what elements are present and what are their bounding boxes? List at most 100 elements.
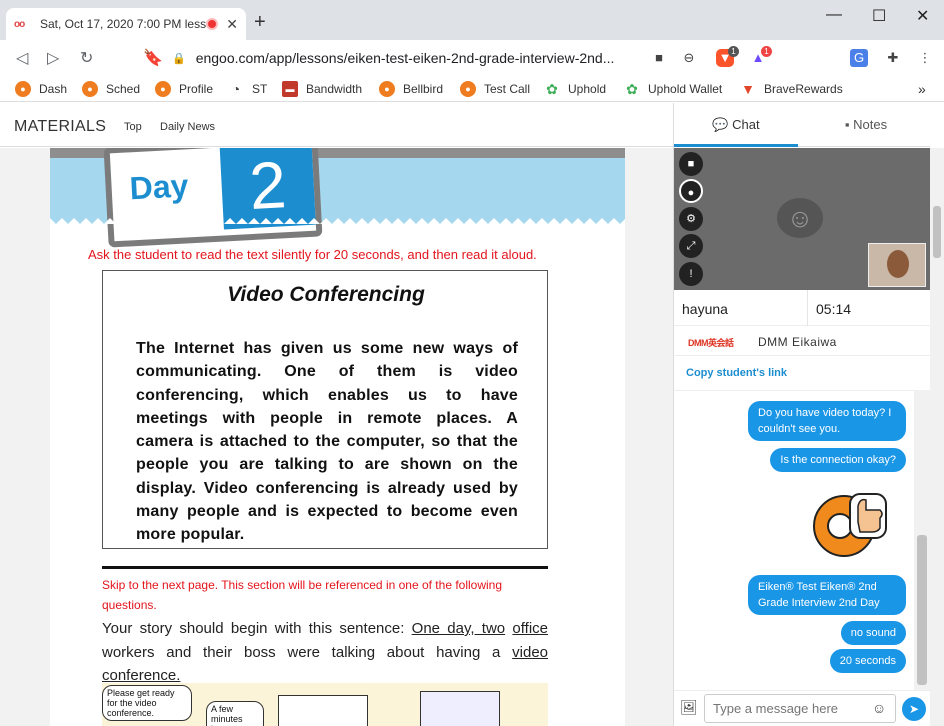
microphone-icon[interactable]: ● [679, 179, 703, 203]
expand-icon[interactable]: ⤢ [679, 234, 703, 258]
day-card: Day 2 [103, 148, 323, 248]
chat-message: no sound [840, 621, 906, 645]
fox-icon: ● [82, 81, 98, 97]
menu-icon[interactable]: ⋮ [916, 49, 934, 67]
day-banner: Day 2 [50, 148, 625, 248]
comic-chart-screen [420, 691, 500, 726]
brave-icon: ▼ [741, 81, 755, 97]
provider-name: DMM Eikaiwa [758, 335, 837, 349]
rewards-badge: 1 [761, 46, 772, 57]
zigzag-border [50, 218, 625, 224]
close-tab-icon[interactable]: ✕ [226, 16, 238, 33]
student-name: hayuna [682, 301, 728, 317]
thumbs-up-sticker-icon [813, 493, 887, 557]
chat-messages[interactable]: Do you have video today? I couldn't see … [674, 390, 914, 690]
lesson-viewer[interactable]: Day 2 Ask the student to read the text s… [0, 148, 673, 726]
chat-icon: 💬 [712, 117, 729, 132]
maximize-icon[interactable]: ☐ [872, 6, 886, 26]
page-scrollbar[interactable] [930, 148, 944, 726]
shield-badge: 1 [728, 46, 739, 57]
story-prompt: Your story should begin with this senten… [102, 620, 548, 684]
settings-icon[interactable]: ⚙ [679, 207, 703, 231]
link-daily-news[interactable]: Daily News [160, 121, 215, 133]
video-toggle-icon[interactable]: ■ [679, 152, 703, 176]
reading-instruction: Ask the student to read the text silentl… [88, 247, 537, 262]
side-tabs: 💬 Chat ▪ Notes [674, 103, 930, 147]
reload-icon[interactable]: ↻ [80, 48, 93, 68]
favicon: oo [14, 18, 25, 30]
url-text: engoo.com/app/lessons/eiken-test-eiken-2… [195, 50, 615, 66]
passage-body: The Internet has given us some new ways … [136, 340, 518, 544]
comic-bubble-2: A few minutes later [206, 701, 264, 726]
bookmark-braverewards[interactable]: ▼ BraveRewards [740, 81, 843, 97]
recording-icon [206, 18, 219, 30]
report-icon[interactable]: ! [679, 262, 703, 286]
forward-icon[interactable]: ▷ [47, 48, 59, 68]
comic-strip: Please get ready for the video conferenc… [102, 683, 548, 726]
more-bookmarks-icon[interactable]: » [918, 81, 926, 97]
tab-title: Sat, Oct 17, 2020 7:00 PM lesso [40, 17, 207, 31]
lesson-timer: 05:14 [816, 301, 852, 317]
chat-message: 20 seconds [829, 649, 906, 673]
minimize-icon[interactable]: — [826, 6, 842, 24]
uphold-icon: ✿ [546, 81, 558, 97]
chat-scrollbar[interactable] [914, 390, 930, 690]
fox-icon: ● [15, 81, 31, 97]
attach-image-icon[interactable]: 🖼 [680, 699, 698, 716]
day-label: Day [128, 167, 190, 207]
tab-chat[interactable]: 💬 Chat [674, 103, 798, 147]
zoom-icon[interactable]: ⊖ [680, 49, 698, 67]
bookmark-profile[interactable]: ● Profile [155, 81, 213, 97]
bookmark-dash[interactable]: ● Dash [15, 81, 67, 97]
camera-icon[interactable]: ■ [650, 49, 668, 67]
bookmarks-bar: ● Dash ● Sched ● Profile ◔ ST ▬ Bandwidth ● Be… [0, 76, 944, 102]
fox-icon: ● [155, 81, 171, 97]
browser-tab[interactable]: oo Sat, Oct 17, 2020 7:00 PM lesso ✕ [6, 8, 246, 40]
bookmark-sched[interactable]: ● Sched [82, 81, 140, 97]
extensions-icon[interactable]: ✚ [884, 49, 902, 67]
chat-message-input[interactable] [704, 694, 896, 723]
bookmark-st[interactable]: ◔ ST [228, 81, 268, 97]
video-call-panel: ■ ● ⚙ ⤢ ! ☺ [674, 148, 930, 290]
lesson-page: Day 2 Ask the student to read the text s… [50, 148, 625, 726]
browser-tab-strip: oo Sat, Oct 17, 2020 7:00 PM lesso ✕ + —… [0, 0, 944, 40]
tab-notes[interactable]: ▪ Notes [802, 103, 930, 147]
address-toolbar: ◁ ▷ ↻ 🔖 🔒 engoo.com/app/lessons/eiken-te… [0, 40, 944, 76]
copy-student-link[interactable]: Copy student's link [686, 367, 787, 379]
chat-input-row: 🖼 ☺ ➤ [674, 690, 930, 726]
self-camera-preview [868, 243, 926, 287]
fox-icon: ● [460, 81, 476, 97]
speedometer-icon: ◔ [231, 81, 241, 97]
passage-title: Video Conferencing [227, 283, 425, 306]
address-bar[interactable]: 🔒 engoo.com/app/lessons/eiken-test-eiken… [172, 45, 706, 71]
passage-box: Video Conferencing The Internet has give… [102, 270, 548, 549]
comic-monitor [278, 695, 368, 726]
bandwidth-icon: ▬ [282, 81, 298, 97]
comic-bubble-1: Please get ready for the video conferenc… [102, 685, 192, 721]
student-info-bar: hayuna 05:14 [674, 290, 930, 326]
close-window-icon[interactable]: ✕ [916, 6, 929, 26]
bookmark-test-call[interactable]: ● Test Call [460, 81, 530, 97]
back-icon[interactable]: ◁ [16, 48, 28, 68]
notes-icon: ▪ [844, 117, 850, 132]
fox-icon: ● [379, 81, 395, 97]
chat-message: Eiken® Test Eiken® 2nd Grade Interview 2… [748, 575, 906, 615]
materials-title: MATERIALS [14, 118, 107, 135]
materials-header: MATERIALS Top Daily News [0, 103, 673, 147]
uphold-icon: ✿ [626, 81, 638, 97]
new-tab-button[interactable]: + [254, 11, 266, 34]
link-top[interactable]: Top [124, 121, 142, 133]
bookmark-uphold[interactable]: ✿ Uphold [544, 81, 606, 97]
translate-icon[interactable]: G [850, 49, 868, 67]
bookmark-bellbird[interactable]: ● Bellbird [379, 81, 443, 97]
chat-message: Do you have video today? I couldn't see … [748, 401, 906, 441]
emoji-icon[interactable]: ☺ [872, 700, 886, 716]
skip-note: Skip to the next page. This section will… [102, 578, 503, 612]
provider-bar: DMM英会話 DMM Eikaiwa [674, 326, 930, 356]
bookmark-bandwidth[interactable]: ▬ Bandwidth [282, 81, 362, 97]
lock-icon: 🔒 [172, 52, 186, 65]
bookmark-uphold-wallet[interactable]: ✿ Uphold Wallet [624, 81, 722, 97]
send-icon[interactable]: ➤ [902, 697, 926, 721]
bookmark-icon[interactable]: 🔖 [143, 48, 163, 68]
divider [102, 566, 548, 569]
